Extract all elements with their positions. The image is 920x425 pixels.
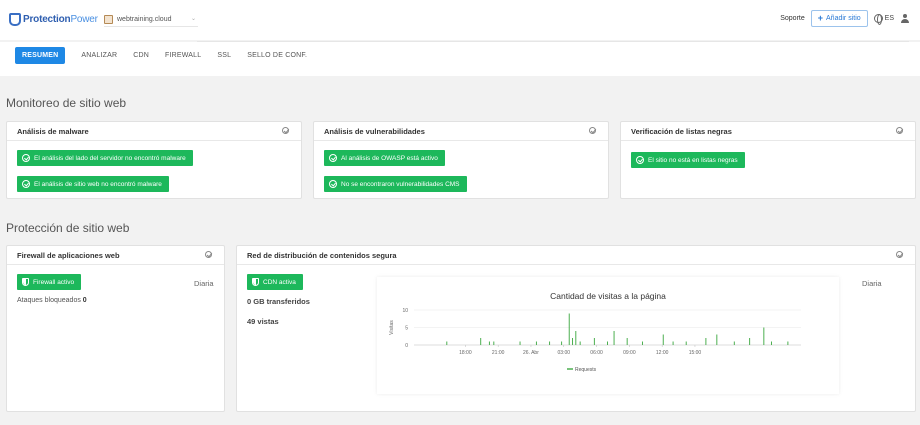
monitoring-section-title: Monitoreo de sitio web [6,96,127,110]
badge-label: El análisis del lado del servidor no enc… [34,154,186,162]
logo-text-light: Power [70,14,98,25]
tabs-bar: RESUMEN ANALIZAR CDN FIREWALL SSL SELLO … [0,42,920,76]
firewall-card-title: Firewall de aplicaciones web [17,251,120,260]
edit-icon[interactable] [589,127,596,134]
chevron-down-icon: ⌄ [190,16,196,22]
y-tick-label: 5 [405,326,408,332]
protection-section-title: Protección de sitio web [6,221,130,235]
blacklist-card: Verificación de listas negras El sitio n… [620,121,916,199]
blocked-attacks-value: 0 [82,297,87,304]
cdn-views: 49 vistas [247,317,279,326]
y-tick-label: 10 [402,308,408,314]
check-circle-icon [329,154,337,162]
x-tick-label: 06:00 [590,350,603,356]
support-link[interactable]: Soporte [780,15,805,22]
blocked-attacks-label: Ataques bloqueados [17,297,81,304]
malware-card: Análisis de malware El análisis del lado… [6,121,302,199]
cdn-transferred: 0 GB transferidos [247,297,310,306]
page-views-chart-svg: 0 5 10 Visitas 18:00 21:00 26. Abr 03:00 06:00 09… [389,308,801,373]
language-label: ES [884,15,894,22]
firewall-frequency: Diaria [194,279,214,288]
check-circle-icon [22,180,30,188]
page-views-chart: Cantidad de visitas a la página 0 5 10 Visi… [377,277,839,394]
check-circle-icon [636,156,644,164]
firewall-status-badge: Firewall activo [17,274,82,290]
badge-label: No se encontraron vulnerabilidades CMS [341,180,460,188]
edit-icon[interactable] [896,127,903,134]
x-tick-label: 18:00 [459,350,472,356]
badge-label: Al análisis de OWASP está activo [341,154,438,162]
add-site-button[interactable]: + Añadir sitio [810,10,868,27]
malware-card-title: Análisis de malware [17,127,89,136]
top-bar: ProtectionPower webtraining.cloud ⌄ Sopo… [0,0,920,40]
language-selector[interactable]: ES [873,14,894,25]
tab-resumen[interactable]: RESUMEN [15,47,66,64]
shield-icon [252,278,259,286]
edit-icon[interactable] [896,251,903,258]
status-badge: No se encontraron vulnerabilidades CMS [324,176,467,192]
lock-logo-icon [9,13,21,26]
vulnerabilities-card: Análisis de vulnerabilidades Al análisis… [313,121,609,199]
badge-label: El análisis de sitio web no encontró mal… [34,180,162,188]
x-tick-label: 26. Abr [523,350,539,356]
globe-icon [873,14,883,25]
site-thumbnail-icon [104,14,113,24]
edit-icon[interactable] [205,251,212,258]
firewall-card: Firewall de aplicaciones web Firewall ac… [6,245,225,412]
tab-analizar[interactable]: ANALIZAR [81,52,117,59]
plus-icon: + [817,13,824,23]
check-circle-icon [22,154,30,162]
badge-label: CDN activa [263,278,296,286]
legend-label: Requests [575,367,597,373]
site-name: webtraining.cloud [117,15,172,23]
logo[interactable]: ProtectionPower [9,13,98,26]
y-tick-label: 0 [405,343,408,349]
badge-label: El sitio no está en listas negras [648,156,738,164]
tab-sello-de-conf[interactable]: SELLO DE CONF. [247,52,307,59]
x-tick-label: 03:00 [558,350,571,356]
check-circle-icon [329,180,337,188]
cdn-card-title: Red de distribución de contenidos segura [247,251,397,260]
cdn-status-badge: CDN activa [247,274,303,290]
blacklist-card-title: Verificación de listas negras [631,127,732,136]
status-badge: Al análisis de OWASP está activo [324,150,445,166]
y-axis-label: Visitas [389,320,395,335]
logo-text-bold: Protection [23,14,71,25]
add-site-label: Añadir sitio [826,15,861,22]
x-tick-label: 09:00 [623,350,636,356]
status-badge: El análisis de sitio web no encontró mal… [17,176,169,192]
tab-ssl[interactable]: SSL [217,52,231,59]
x-tick-label: 21:00 [492,350,505,356]
tab-firewall[interactable]: FIREWALL [165,52,201,59]
x-tick-label: 15:00 [689,350,702,356]
site-selector[interactable]: webtraining.cloud ⌄ [104,12,198,27]
tab-cdn[interactable]: CDN [133,52,149,59]
edit-icon[interactable] [282,127,289,134]
shield-icon [22,278,29,286]
status-badge: El análisis del lado del servidor no enc… [17,150,193,166]
status-badge: El sitio no está en listas negras [631,152,745,168]
blocked-attacks: Ataques bloqueados 0 [17,297,87,304]
cdn-frequency: Diaria [862,279,882,288]
badge-label: Firewall activo [33,278,75,286]
x-tick-label: 12:00 [656,350,669,356]
user-icon[interactable] [900,13,910,24]
vulnerabilities-card-title: Análisis de vulnerabilidades [324,127,425,136]
